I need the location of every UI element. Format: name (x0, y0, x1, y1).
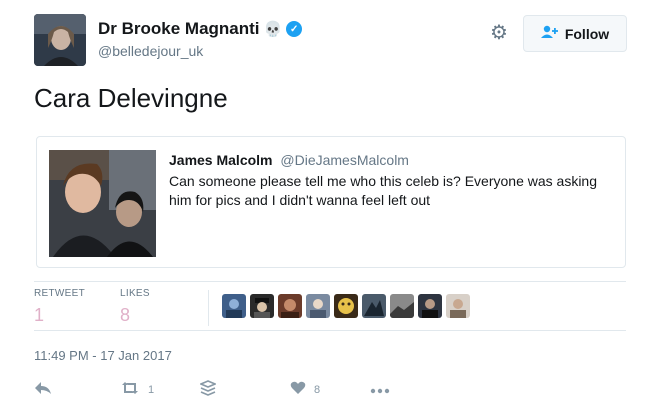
divider (34, 281, 626, 282)
layers-icon (198, 379, 218, 401)
likers-avatars (222, 294, 470, 318)
liker-avatar[interactable] (334, 294, 358, 318)
gear-icon[interactable]: ⚙ (488, 22, 510, 44)
quoted-author-name: James Malcolm (169, 152, 273, 168)
likes-stat-label: LIKES (120, 288, 150, 299)
retweet-stat-value: 1 (34, 305, 45, 325)
likes-stat-value: 8 (120, 305, 131, 325)
follow-button[interactable]: Follow (523, 15, 627, 52)
liker-avatar[interactable] (306, 294, 330, 318)
verified-badge-icon: ✓ (286, 21, 303, 37)
more-dots-icon (370, 381, 390, 399)
more-button[interactable] (370, 381, 410, 399)
quoted-author-handle: @DieJamesMalcolm (280, 152, 409, 168)
author-name[interactable]: Dr Brooke Magnanti (98, 19, 260, 39)
liker-avatar[interactable] (362, 294, 386, 318)
retweet-button[interactable]: 1 (120, 381, 200, 400)
quoted-tweet[interactable]: James Malcolm @DieJamesMalcolm Can someo… (36, 136, 626, 268)
liker-avatar[interactable] (390, 294, 414, 318)
tweet-timestamp[interactable]: 11:49 PM - 17 Jan 2017 (34, 348, 172, 363)
quoted-tweet-photo[interactable] (49, 150, 156, 257)
liker-avatar[interactable] (250, 294, 274, 318)
retweet-icon (120, 381, 140, 400)
stats-separator (208, 290, 209, 326)
retweet-stat-label: RETWEET (34, 288, 85, 299)
like-button[interactable]: 8 (290, 381, 370, 400)
liker-avatar[interactable] (446, 294, 470, 318)
liker-avatar[interactable] (418, 294, 442, 318)
add-user-icon (540, 25, 559, 42)
liker-avatar[interactable] (222, 294, 246, 318)
likes-stat[interactable]: LIKES 8 (120, 288, 150, 326)
add-to-moment-button[interactable] (198, 379, 290, 401)
retweet-stat[interactable]: RETWEET 1 (34, 288, 85, 326)
like-count: 8 (314, 384, 321, 396)
reply-button[interactable] (34, 381, 120, 400)
author-handle[interactable]: @belledejour_uk (98, 43, 203, 59)
author-avatar[interactable] (34, 14, 86, 66)
skull-emoji-icon: 💀 (263, 21, 283, 38)
action-bar: 1 8 (34, 378, 410, 402)
follow-label: Follow (564, 25, 610, 42)
tweet-text: Cara Delevingne (34, 83, 228, 113)
retweet-count: 1 (148, 384, 155, 396)
heart-icon (290, 381, 306, 400)
quoted-author[interactable]: James Malcolm @DieJamesMalcolm (169, 152, 409, 168)
liker-avatar[interactable] (278, 294, 302, 318)
reply-icon (34, 381, 52, 400)
quoted-tweet-text: Can someone please tell me who this cele… (169, 173, 598, 208)
divider (34, 330, 626, 331)
author-name-row[interactable]: Dr Brooke Magnanti 💀 ✓ (98, 19, 303, 39)
